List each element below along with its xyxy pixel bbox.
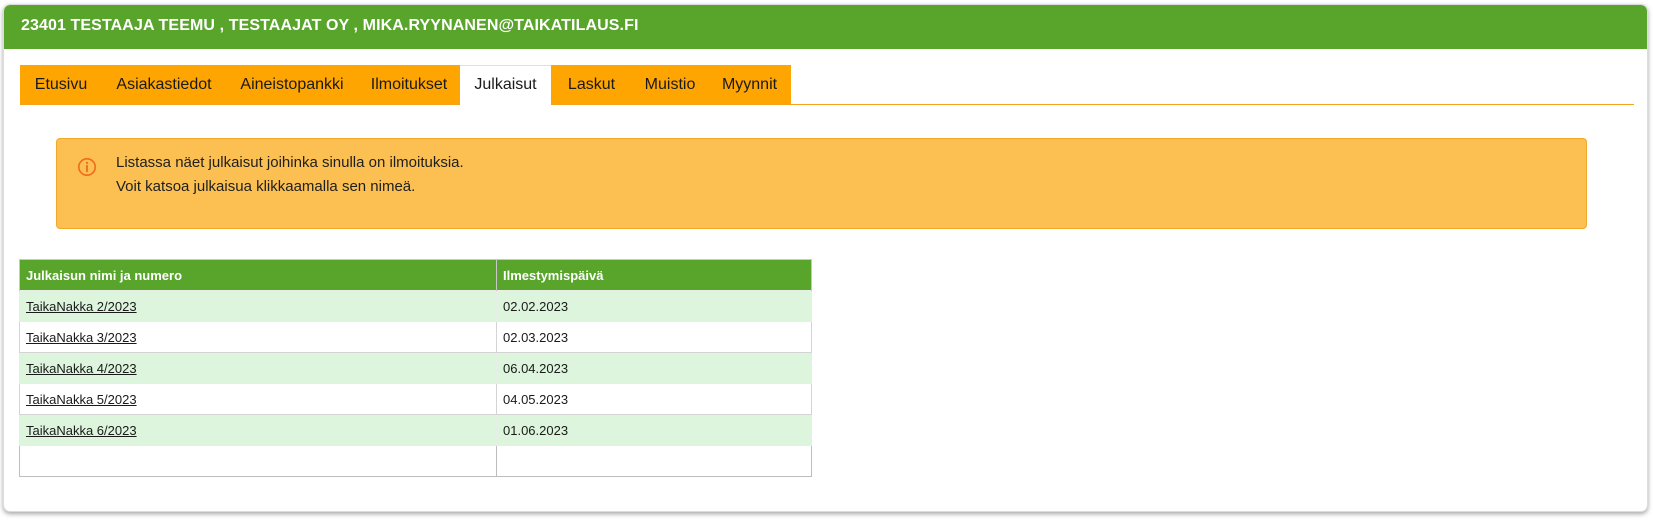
notice-text-line-1: Listassa näet julkaisut joihinka sinulla… <box>116 154 464 171</box>
publications-table: Julkaisun nimi ja numero Ilmestymispäivä… <box>19 259 812 477</box>
publication-cell: TaikaNakka 6/2023 <box>19 414 497 446</box>
tab-myynnit[interactable]: Myynnit <box>708 65 791 104</box>
table-row: TaikaNakka 3/2023 02.03.2023 <box>19 321 812 353</box>
tab-muistio[interactable]: Muistio <box>632 65 708 104</box>
table-row: TaikaNakka 2/2023 02.02.2023 <box>19 290 812 322</box>
publication-date: 01.06.2023 <box>496 414 812 446</box>
publication-cell: TaikaNakka 2/2023 <box>19 290 497 322</box>
publication-cell: TaikaNakka 4/2023 <box>19 352 497 384</box>
tab-bar: Etusivu Asiakastiedot Aineistopankki Ilm… <box>20 65 1634 105</box>
publication-date: 02.02.2023 <box>496 290 812 322</box>
empty-cell <box>19 445 497 477</box>
publication-cell: TaikaNakka 5/2023 <box>19 383 497 415</box>
publication-link[interactable]: TaikaNakka 6/2023 <box>26 423 137 438</box>
publication-link[interactable]: TaikaNakka 3/2023 <box>26 330 137 345</box>
table-footer-row <box>19 445 812 477</box>
notice-text-line-2: Voit katsoa julkaisua klikkaamalla sen n… <box>116 178 416 195</box>
info-circle-icon <box>78 158 96 176</box>
info-notice: Listassa näet julkaisut joihinka sinulla… <box>56 138 1587 229</box>
customer-title: 23401 TESTAAJA TEEMU , TESTAAJAT OY , MI… <box>21 17 639 34</box>
publication-link[interactable]: TaikaNakka 5/2023 <box>26 392 137 407</box>
table-row: TaikaNakka 4/2023 06.04.2023 <box>19 352 812 384</box>
table-row: TaikaNakka 5/2023 04.05.2023 <box>19 383 812 415</box>
column-header-date[interactable]: Ilmestymispäivä <box>496 259 812 291</box>
publication-date: 02.03.2023 <box>496 321 812 353</box>
table-header-row: Julkaisun nimi ja numero Ilmestymispäivä <box>19 259 812 291</box>
publication-cell: TaikaNakka 3/2023 <box>19 321 497 353</box>
column-header-name[interactable]: Julkaisun nimi ja numero <box>19 259 497 291</box>
empty-cell <box>496 445 812 477</box>
tab-laskut[interactable]: Laskut <box>551 65 632 104</box>
tab-etusivu[interactable]: Etusivu <box>20 65 102 104</box>
tab-aineistopankki[interactable]: Aineistopankki <box>226 65 358 104</box>
publication-link[interactable]: TaikaNakka 4/2023 <box>26 361 137 376</box>
tab-asiakastiedot[interactable]: Asiakastiedot <box>102 65 226 104</box>
publication-date: 04.05.2023 <box>496 383 812 415</box>
tab-julkaisut[interactable]: Julkaisut <box>460 65 551 105</box>
header-bar: 23401 TESTAAJA TEEMU , TESTAAJAT OY , MI… <box>4 5 1647 49</box>
tab-ilmoitukset[interactable]: Ilmoitukset <box>358 65 460 104</box>
publication-link[interactable]: TaikaNakka 2/2023 <box>26 299 137 314</box>
publication-date: 06.04.2023 <box>496 352 812 384</box>
table-row: TaikaNakka 6/2023 01.06.2023 <box>19 414 812 446</box>
